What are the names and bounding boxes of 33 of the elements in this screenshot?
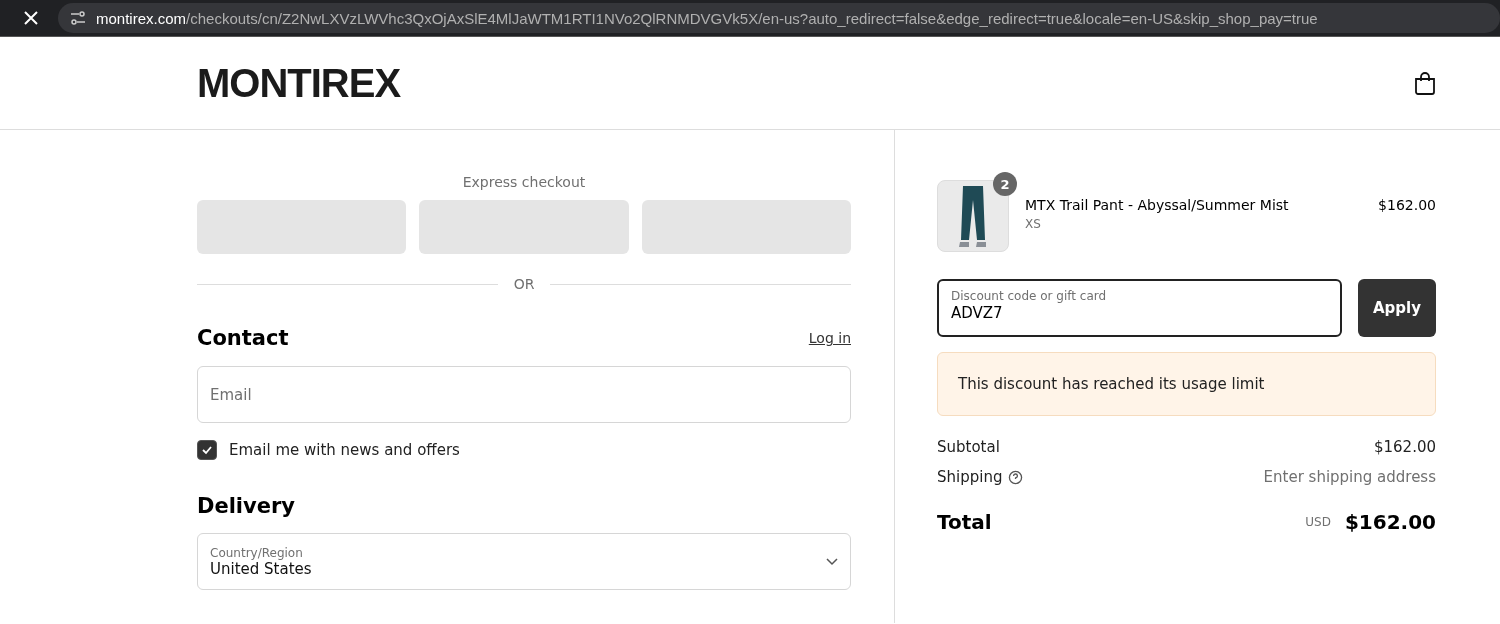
product-price: $162.00 — [1378, 197, 1436, 213]
pants-drawing — [958, 184, 988, 248]
address-bar[interactable]: montirex.com/checkouts/cn/Z2NwLXVzLWVhc3QxOjAxSlE4MlJaWTM1RTI1NVo2QlRNMDVGVk5X/en-us?auto_redirect=false&edge_redirect=true&locale=en-US&skip_shop_pay=true — [58, 3, 1500, 33]
apply-button[interactable]: Apply — [1358, 279, 1436, 337]
shopping-bag-icon[interactable] — [1414, 71, 1436, 95]
site-settings-icon[interactable] — [70, 10, 86, 26]
newsletter-label: Email me with news and offers — [229, 441, 460, 459]
brand-logo[interactable]: MONTIREX — [197, 60, 401, 106]
subtotal-value: $162.00 — [1373, 438, 1436, 456]
quantity-badge: 2 — [993, 172, 1017, 196]
total-value: $162.00 — [1344, 510, 1436, 534]
login-link[interactable]: Log in — [808, 330, 851, 346]
shipping-value: Enter shipping address — [1263, 468, 1436, 486]
country-select[interactable]: Country/Region United States — [197, 533, 851, 590]
email-field[interactable]: Email — [197, 366, 851, 423]
chevron-down-icon — [826, 557, 838, 566]
express-checkout-title: Express checkout — [461, 174, 587, 190]
product-name: MTX Trail Pant - Abyssal/Summer Mist — [1025, 197, 1289, 213]
contact-heading: Contact — [197, 326, 289, 350]
close-icon[interactable] — [24, 11, 38, 25]
or-divider-text: OR — [513, 276, 535, 292]
discount-field-label: Discount code or gift card — [951, 289, 1108, 303]
product-variant: XS — [1025, 217, 1042, 231]
discount-code-field[interactable]: Discount code or gift card ADVZ7 — [937, 279, 1342, 337]
checkmark-icon — [201, 444, 213, 456]
total-label: Total — [937, 510, 992, 534]
delivery-heading: Delivery — [197, 494, 297, 518]
currency-code: USD — [1305, 515, 1331, 529]
discount-error-message: This discount has reached its usage limit — [937, 352, 1436, 416]
newsletter-checkbox[interactable] — [197, 440, 217, 460]
subtotal-label: Subtotal — [937, 438, 1000, 456]
help-icon[interactable] — [1008, 469, 1024, 485]
shipping-label: Shipping — [937, 468, 1003, 486]
